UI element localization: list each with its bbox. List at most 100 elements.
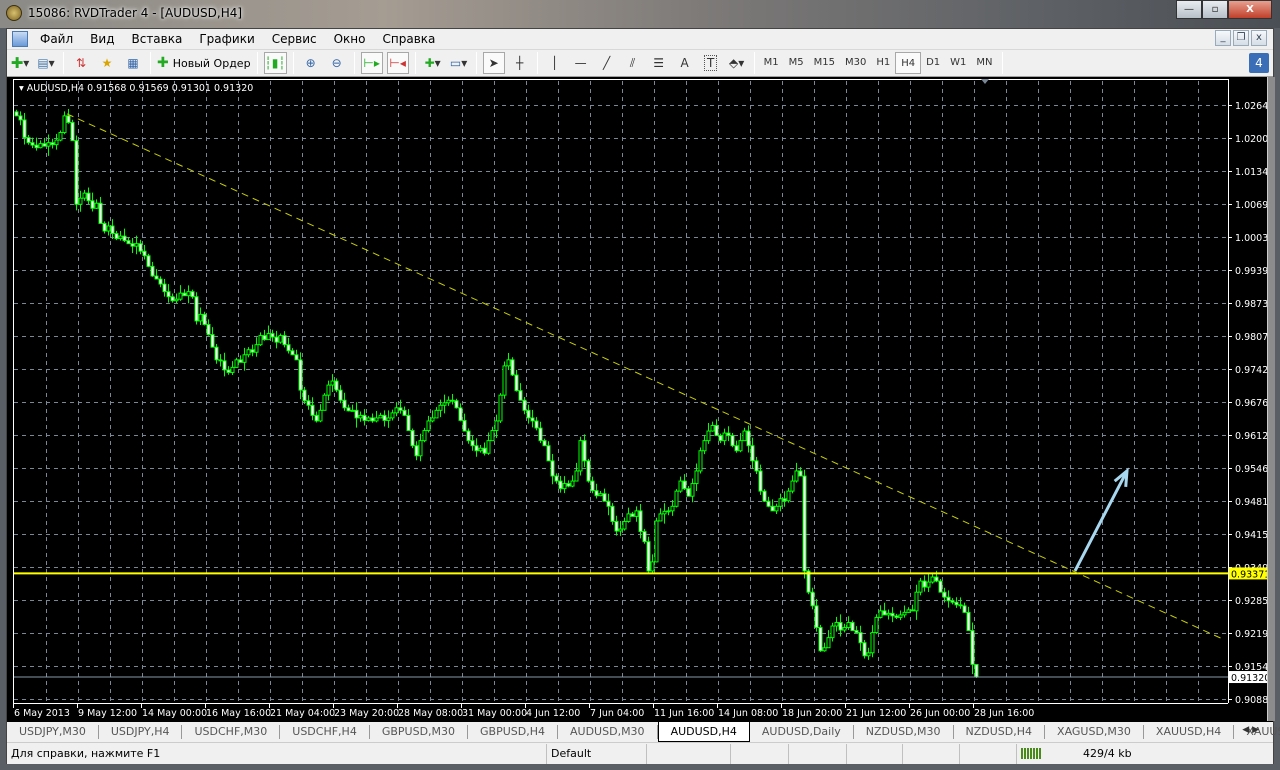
autoscroll-button[interactable]: ┆▮┆ <box>263 52 287 74</box>
main-window: Файл Вид Вставка Графики Сервис Окно Спр… <box>6 28 1280 764</box>
candle-body <box>486 440 491 454</box>
chart-tab[interactable]: AUDUSD,M30 <box>558 724 658 739</box>
profiles-button[interactable]: ▤ ▾ <box>35 52 57 74</box>
child-minimize-button[interactable]: _ <box>1215 30 1231 46</box>
candle-body <box>310 404 315 416</box>
child-close-button[interactable]: x <box>1251 30 1267 46</box>
candle-body <box>122 235 127 242</box>
candle-body <box>206 323 211 336</box>
periods-button[interactable]: ▭ ▾ <box>448 52 470 74</box>
candle-body <box>86 192 91 202</box>
menu-insert[interactable]: Вставка <box>125 32 193 46</box>
chart-tab[interactable]: XAUUSD,H4 <box>1144 724 1235 739</box>
tf-m30[interactable]: M30 <box>840 52 871 74</box>
equidistant-channel-button[interactable]: ⫽ <box>622 52 644 74</box>
candle-body <box>702 440 707 452</box>
horizontal-line-button[interactable]: — <box>570 52 592 74</box>
candle-body <box>598 493 603 497</box>
navigator-button[interactable]: ★ <box>96 52 118 74</box>
candle-body <box>326 384 331 396</box>
menu-tools[interactable]: Сервис <box>266 32 328 46</box>
candle-body <box>418 440 423 457</box>
chart-tab[interactable]: USDCHF,M30 <box>182 724 281 739</box>
cursor-button[interactable]: ➤ <box>482 52 505 74</box>
indicators-button[interactable]: ✚ ▾ <box>422 52 444 74</box>
chart-shift-button[interactable]: ⊢▸ <box>360 52 383 74</box>
horizontal-line-icon: — <box>574 56 587 70</box>
candle-body <box>810 591 815 607</box>
chart-tab[interactable]: USDJPY,M30 <box>7 724 99 739</box>
tf-w1[interactable]: W1 <box>945 52 971 74</box>
new-order-button[interactable]: ✚ Новый Ордер <box>157 52 251 74</box>
chart-tab[interactable]: GBPUSD,H4 <box>468 724 559 739</box>
tf-mn[interactable]: MN <box>971 52 997 74</box>
autoscroll-icon: ⊢◂ <box>389 56 406 70</box>
candle-body <box>458 407 463 421</box>
zoom-in-button[interactable]: ⊕ <box>300 52 322 74</box>
menu-window[interactable]: Окно <box>328 32 377 46</box>
candle-body <box>158 278 163 285</box>
tf-h1[interactable]: H1 <box>871 52 895 74</box>
text-icon: A <box>680 56 689 70</box>
chart-tab[interactable]: USDCHF,H4 <box>280 724 370 739</box>
tf-d1[interactable]: D1 <box>921 52 945 74</box>
candle-body <box>374 417 379 422</box>
candle <box>278 333 283 344</box>
fibonacci-button[interactable]: ☰ <box>648 52 670 74</box>
text-button[interactable]: A <box>674 52 696 74</box>
chart-tab[interactable]: XAGUSD,M30 <box>1045 724 1144 739</box>
chart-tab[interactable]: AUDUSD,H4 <box>657 721 750 742</box>
child-restore-button[interactable]: ❐ <box>1233 30 1249 46</box>
tf-m15[interactable]: M15 <box>809 52 840 74</box>
tf-h4[interactable]: H4 <box>895 52 922 74</box>
time-tick-label: 21 May 04:00 <box>270 708 335 719</box>
zoom-out-button[interactable]: ⊖ <box>326 52 348 74</box>
time-tick-label: 7 Jun 04:00 <box>590 708 644 719</box>
vertical-line-button[interactable]: │ <box>544 52 566 74</box>
candle-body <box>822 647 827 652</box>
candle-body <box>942 591 947 598</box>
menu-help[interactable]: Справка <box>377 32 447 46</box>
arrows-button[interactable]: ⬘▾ <box>726 52 748 74</box>
candles-icon: ┆▮┆ <box>264 56 286 70</box>
candle-body <box>134 243 139 247</box>
chart-tab[interactable]: USDJPY,H4 <box>99 724 183 739</box>
chart-tab[interactable]: AUDUSD,Daily <box>750 724 854 739</box>
vertical-scrollbar[interactable] <box>1267 77 1275 721</box>
candle-body <box>670 505 675 512</box>
chart-window[interactable]: 1.02645 1.02000 1.01340 1.00695 1.00035 0.993… <box>7 77 1275 721</box>
maximize-button[interactable]: ▫ <box>1202 0 1228 19</box>
candle <box>646 536 651 574</box>
close-button[interactable]: X <box>1228 0 1272 19</box>
candle-body <box>170 296 175 302</box>
candle-body <box>214 346 219 361</box>
chart-tab[interactable]: GBPUSD,M30 <box>370 724 469 739</box>
candle-body <box>770 505 775 512</box>
text-label-button[interactable]: T <box>700 52 722 74</box>
status-bar: Для справки, нажмите F1 Default 429/4 kb <box>7 742 1273 764</box>
chart-autoscroll-button[interactable]: ⊢◂ <box>386 52 409 74</box>
tf-m5[interactable]: M5 <box>784 52 809 74</box>
market-watch-button[interactable]: ⇅ <box>70 52 92 74</box>
price-chart[interactable]: 1.02645 1.02000 1.01340 1.00695 1.00035 0.993… <box>13 79 1267 721</box>
chart-tab[interactable]: NZDUSD,H4 <box>954 724 1046 739</box>
trendline-button[interactable]: ╱ <box>596 52 618 74</box>
minimize-button[interactable]: — <box>1176 0 1202 19</box>
terminal-button[interactable]: ▦ <box>122 52 144 74</box>
menu-file[interactable]: Файл <box>34 32 84 46</box>
candle-body <box>894 615 899 618</box>
chart-window-icon[interactable] <box>12 31 28 47</box>
candle <box>74 135 79 211</box>
candle-body <box>558 480 563 490</box>
crosshair-button[interactable]: ┼ <box>509 52 531 74</box>
menu-charts[interactable]: Графики <box>193 32 265 46</box>
new-chart-button[interactable]: ✚ ▾ <box>9 52 31 74</box>
tf-m1[interactable]: M1 <box>759 52 784 74</box>
messages-badge[interactable]: 4 <box>1249 53 1269 73</box>
status-traffic: 429/4 kb <box>1083 746 1132 760</box>
candle-body <box>78 197 83 205</box>
menu-view[interactable]: Вид <box>84 32 125 46</box>
connection-icon <box>1021 748 1041 759</box>
chart-tab[interactable]: NZDUSD,M30 <box>854 724 954 739</box>
tab-scroll-arrows[interactable]: ◀ ▶ <box>1242 725 1259 735</box>
